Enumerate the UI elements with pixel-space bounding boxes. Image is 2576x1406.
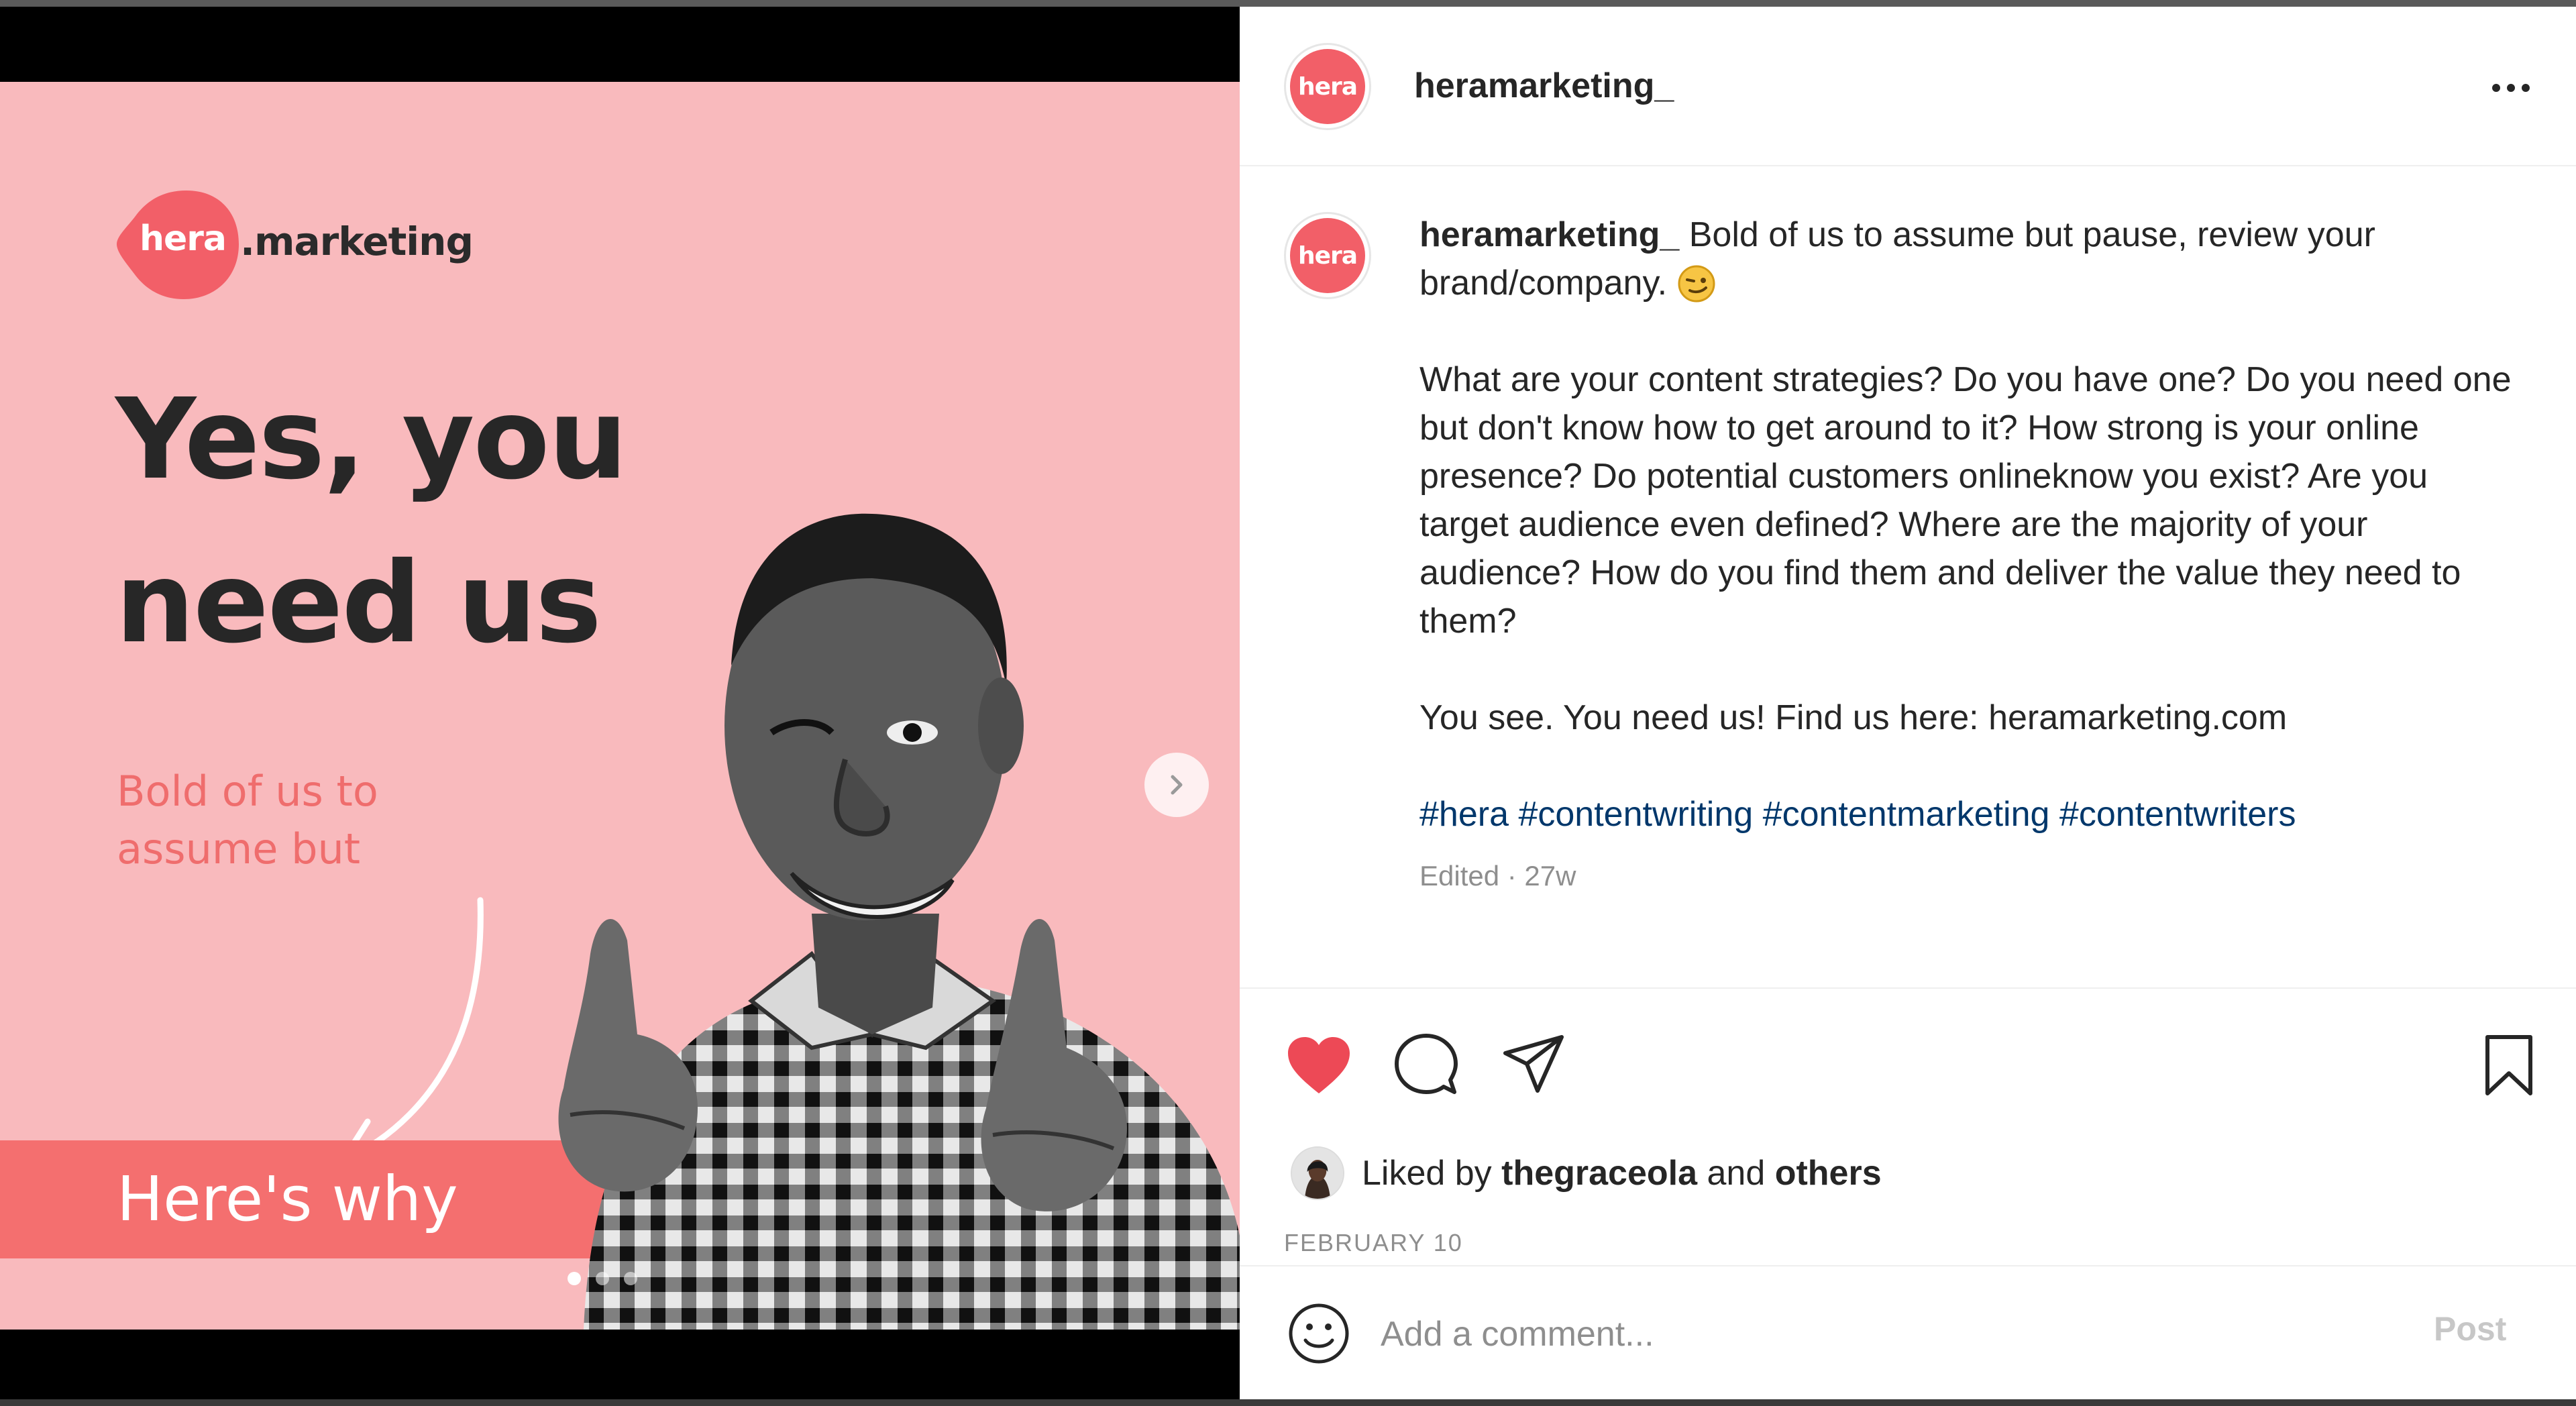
caption-hashtags[interactable]: #hera #contentwriting #contentmarketing … xyxy=(1419,790,2526,839)
brand-blob-text: hera xyxy=(140,219,227,259)
caption-cta-line: You see. You need us! Find us here: hera… xyxy=(1419,698,2288,737)
caption-username[interactable]: heramarketing_ xyxy=(1419,215,1679,254)
slide-subline: Bold of us to assume but xyxy=(117,763,492,878)
author-avatar-logo: hera xyxy=(1290,49,1365,124)
emoji-picker-button[interactable] xyxy=(1285,1300,1352,1367)
action-bar xyxy=(1240,1013,2576,1107)
chevron-right-icon xyxy=(1171,775,1183,795)
post-media: hera .marketing Yes, you need us Bold of… xyxy=(0,7,1240,1399)
heart-filled-icon xyxy=(1288,1037,1350,1093)
likes-summary: Liked by thegraceola and others xyxy=(1291,1143,1882,1203)
window-bottom-edge xyxy=(0,1399,2576,1406)
brand-logo: hera .marketing xyxy=(114,184,490,305)
post-panel: hera heramarketing_ hera heramarketing_ … xyxy=(1240,7,2576,1399)
comment-button[interactable] xyxy=(1391,1030,1461,1100)
divider xyxy=(1240,987,2576,989)
subline-line: assume but xyxy=(117,824,361,873)
liker-avatar[interactable] xyxy=(1291,1146,1344,1200)
likes-others-link[interactable]: others xyxy=(1775,1154,1882,1193)
curved-arrow-icon xyxy=(339,897,484,1165)
carousel-dot[interactable] xyxy=(624,1272,637,1285)
carousel-dot[interactable] xyxy=(568,1272,581,1285)
likes-joiner: and xyxy=(1707,1154,1766,1193)
more-options-button[interactable] xyxy=(2481,71,2541,105)
comment-input[interactable] xyxy=(1381,1304,2387,1364)
carousel-dot[interactable] xyxy=(596,1272,609,1285)
more-horizontal-icon-dot xyxy=(2522,84,2530,92)
cta-text: Here's why xyxy=(117,1163,458,1235)
comment-bar: Post xyxy=(1240,1266,2576,1399)
liker-avatar-image xyxy=(1292,1148,1343,1199)
brand-name-text: .marketing xyxy=(240,219,474,264)
paper-plane-icon xyxy=(1503,1035,1564,1093)
more-horizontal-icon xyxy=(2492,84,2500,92)
bookmark-icon xyxy=(2485,1035,2532,1095)
subline-line: Bold of us to xyxy=(117,767,378,816)
liker-username[interactable]: thegraceola xyxy=(1501,1154,1697,1193)
carousel-dots xyxy=(568,1272,637,1285)
carousel-slide: hera .marketing Yes, you need us Bold of… xyxy=(0,82,1240,1330)
author-username[interactable]: heramarketing_ xyxy=(1414,66,1674,106)
author-avatar[interactable]: hera xyxy=(1284,43,1371,130)
window-top-edge xyxy=(0,0,2576,7)
carousel-next-button[interactable] xyxy=(1144,753,1209,817)
more-horizontal-icon-dot xyxy=(2507,84,2515,92)
likes-text: Liked by thegraceola and others xyxy=(1362,1153,1882,1193)
comment-icon xyxy=(1395,1034,1458,1094)
person-photo xyxy=(558,513,1240,1330)
save-button[interactable] xyxy=(2474,1030,2544,1100)
caption-first-line: heramarketing_ Bold of us to assume but … xyxy=(1419,211,2526,307)
post-date[interactable]: FEBRUARY 10 xyxy=(1284,1229,1463,1257)
caption-paragraph: What are your content strategies? Do you… xyxy=(1419,360,2512,641)
post-meta-edited: Edited · 27w xyxy=(1419,860,1576,891)
like-button[interactable] xyxy=(1284,1030,1354,1100)
caption-avatar[interactable]: hera xyxy=(1284,212,1371,299)
post-header: hera heramarketing_ xyxy=(1240,7,2576,166)
caption-avatar-logo: hera xyxy=(1290,218,1365,293)
post-caption: heramarketing_ Bold of us to assume but … xyxy=(1419,211,2526,839)
smiley-icon xyxy=(1289,1303,1349,1364)
post-comment-button[interactable]: Post xyxy=(2434,1309,2506,1348)
likes-prefix: Liked by xyxy=(1362,1154,1492,1193)
winking-face-icon xyxy=(1678,265,1715,303)
share-button[interactable] xyxy=(1499,1030,1568,1100)
